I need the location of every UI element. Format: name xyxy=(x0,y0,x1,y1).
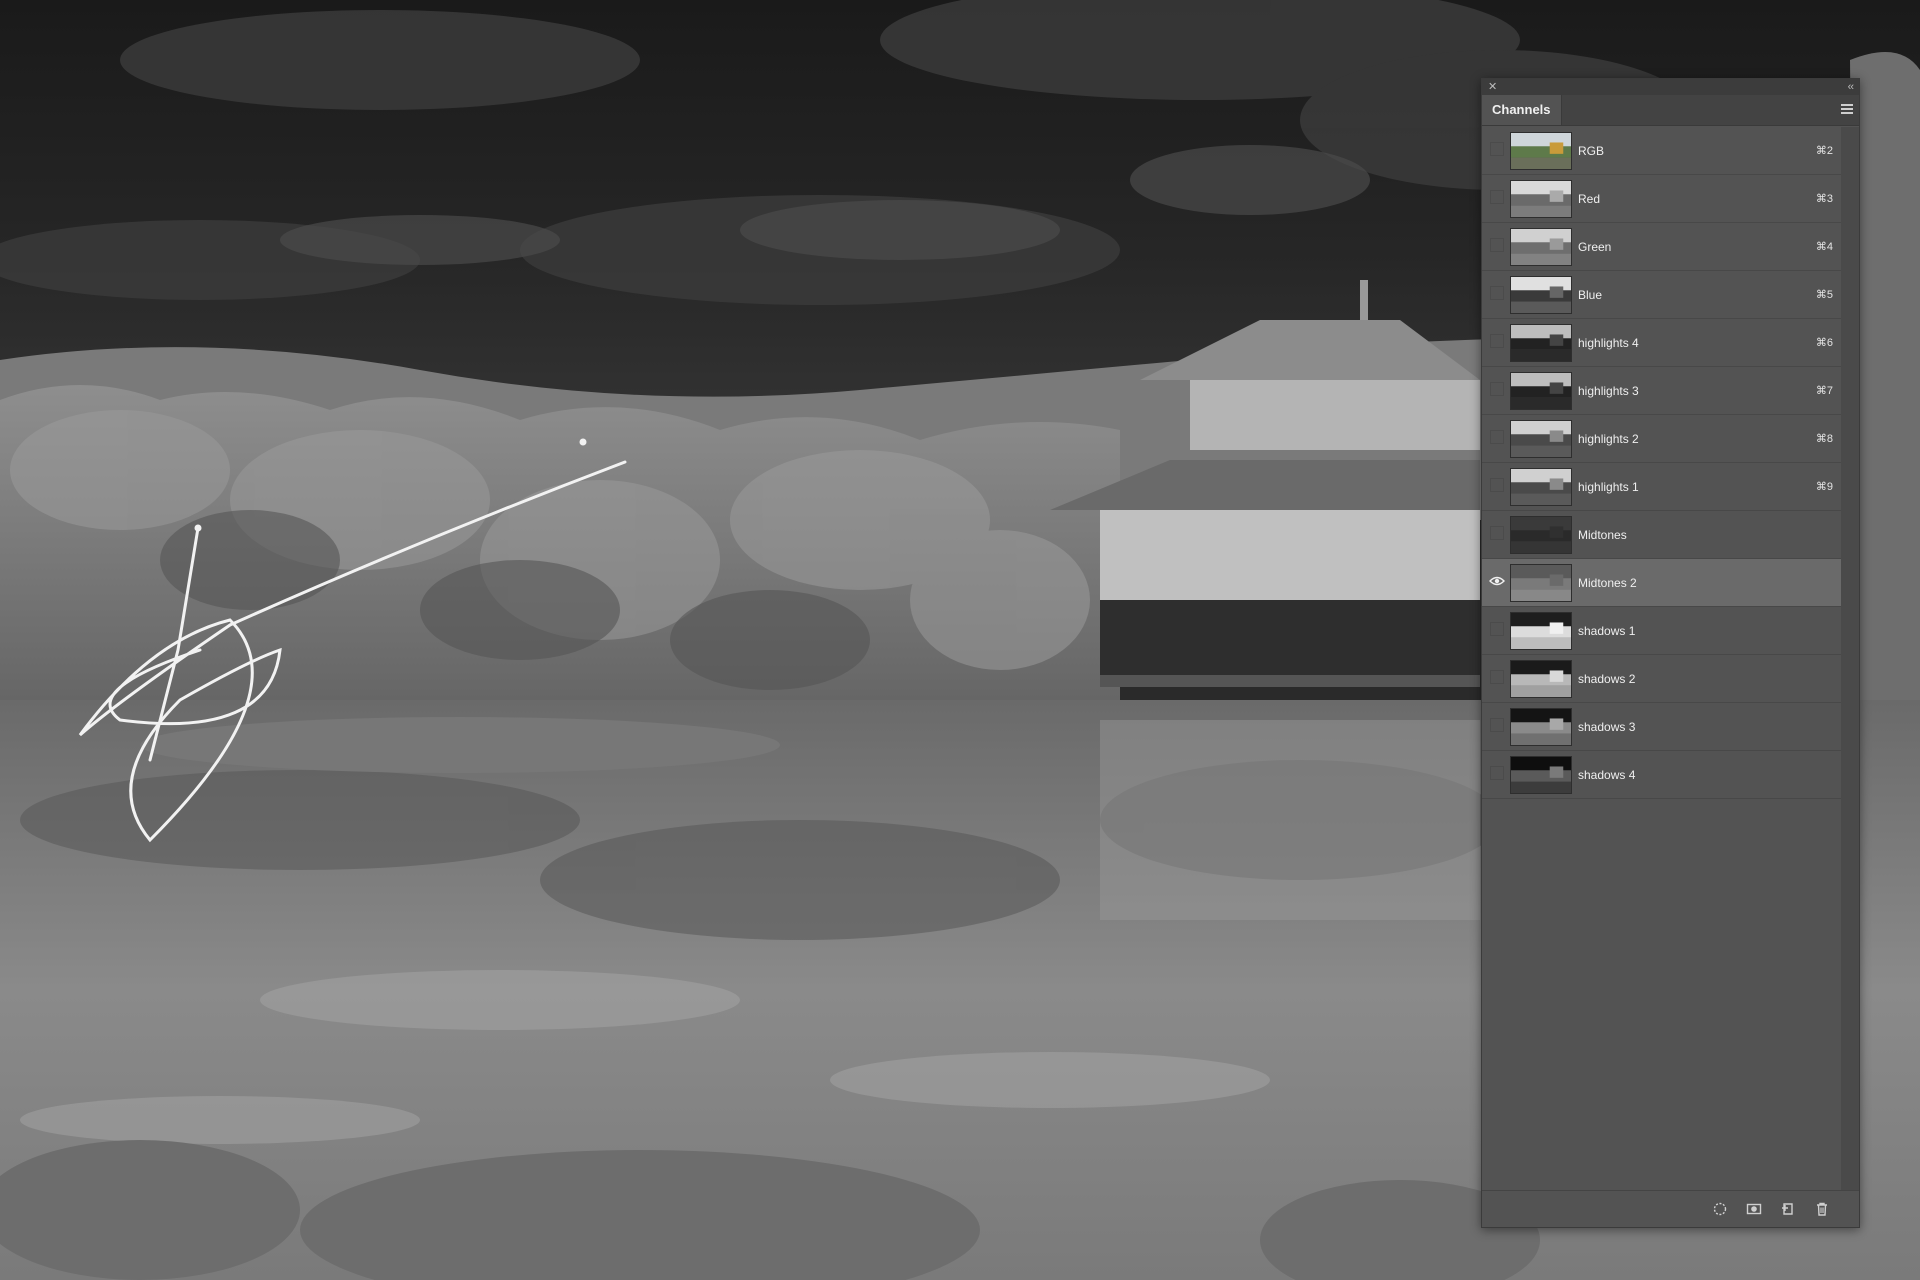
collapse-icon[interactable]: ‹‹ xyxy=(1848,80,1854,94)
visibility-toggle[interactable] xyxy=(1490,334,1504,348)
channel-name: shadows 3 xyxy=(1578,720,1636,734)
channel-thumbnail xyxy=(1510,468,1572,506)
visibility-toggle[interactable] xyxy=(1490,238,1504,252)
channel-name: Midtones xyxy=(1578,528,1627,542)
channel-name: shadows 4 xyxy=(1578,768,1636,782)
close-icon[interactable]: ✕ xyxy=(1488,80,1497,94)
channel-row[interactable]: shadows 3 xyxy=(1482,703,1841,751)
channel-shortcut: ⌘6 xyxy=(1815,337,1833,349)
channel-thumbnail xyxy=(1510,228,1572,266)
load-channel-selection-icon[interactable] xyxy=(1712,1201,1728,1217)
eye-icon[interactable] xyxy=(1489,575,1505,587)
scrollbar-track[interactable] xyxy=(1841,127,1859,1191)
visibility-toggle[interactable] xyxy=(1490,142,1504,156)
panel-tab-bar: Channels xyxy=(1482,95,1859,126)
channel-row[interactable]: shadows 1 xyxy=(1482,607,1841,655)
channel-shortcut: ⌘2 xyxy=(1815,145,1833,157)
visibility-toggle[interactable] xyxy=(1490,670,1504,684)
visibility-toggle[interactable] xyxy=(1490,286,1504,300)
save-selection-icon[interactable] xyxy=(1746,1201,1762,1217)
visibility-toggle[interactable] xyxy=(1490,430,1504,444)
channel-name: highlights 2 xyxy=(1578,432,1639,446)
trash-icon[interactable] xyxy=(1814,1201,1830,1217)
channel-name: highlights 3 xyxy=(1578,384,1639,398)
visibility-toggle[interactable] xyxy=(1490,718,1504,732)
channel-thumbnail xyxy=(1510,180,1572,218)
channel-shortcut: ⌘3 xyxy=(1815,193,1833,205)
channel-row[interactable]: highlights 3 ⌘7 xyxy=(1482,367,1841,415)
channel-row[interactable]: highlights 1 ⌘9 xyxy=(1482,463,1841,511)
channel-row[interactable]: Green ⌘4 xyxy=(1482,223,1841,271)
visibility-toggle[interactable] xyxy=(1490,382,1504,396)
channel-shortcut: ⌘8 xyxy=(1815,433,1833,445)
visibility-toggle[interactable] xyxy=(1490,190,1504,204)
channel-shortcut: ⌘7 xyxy=(1815,385,1833,397)
channel-thumbnail xyxy=(1510,324,1572,362)
channel-thumbnail xyxy=(1510,612,1572,650)
channel-name: highlights 1 xyxy=(1578,480,1639,494)
panel-title-bar[interactable]: ✕ ‹‹ xyxy=(1482,79,1859,95)
channel-shortcut: ⌘9 xyxy=(1815,481,1833,493)
channel-name: highlights 4 xyxy=(1578,336,1639,350)
new-channel-icon[interactable] xyxy=(1780,1201,1796,1217)
channel-row[interactable]: Midtones xyxy=(1482,511,1841,559)
channel-thumbnail xyxy=(1510,564,1572,602)
channel-row[interactable]: highlights 2 ⌘8 xyxy=(1482,415,1841,463)
channel-row[interactable]: RGB ⌘2 xyxy=(1482,127,1841,175)
channel-list: RGB ⌘2 Red ⌘3 Green ⌘4 Blue ⌘5 highlights 4 ⌘6 hig… xyxy=(1482,127,1841,799)
channels-panel: ✕ ‹‹ Channels RGB ⌘2 Red ⌘3 Green ⌘4 Blue ⌘5 hig… xyxy=(1481,78,1860,1228)
channel-row[interactable]: Red ⌘3 xyxy=(1482,175,1841,223)
visibility-toggle[interactable] xyxy=(1490,766,1504,780)
channel-name: Green xyxy=(1578,240,1612,254)
channel-name: shadows 2 xyxy=(1578,672,1636,686)
channel-thumbnail xyxy=(1510,132,1572,170)
channel-thumbnail xyxy=(1510,660,1572,698)
hamburger-menu-icon[interactable] xyxy=(1841,104,1853,116)
channel-thumbnail xyxy=(1510,708,1572,746)
channel-row[interactable]: shadows 4 xyxy=(1482,751,1841,799)
channel-name: RGB xyxy=(1578,144,1605,158)
channel-thumbnail xyxy=(1510,276,1572,314)
channel-name: Midtones 2 xyxy=(1578,576,1637,590)
channel-row[interactable]: Midtones 2 xyxy=(1482,559,1841,607)
channel-row[interactable]: highlights 4 ⌘6 xyxy=(1482,319,1841,367)
visibility-toggle[interactable] xyxy=(1490,622,1504,636)
panel-bottom-toolbar xyxy=(1482,1190,1859,1227)
channel-name: Red xyxy=(1578,192,1601,206)
channel-thumbnail xyxy=(1510,372,1572,410)
channel-thumbnail xyxy=(1510,516,1572,554)
channel-row[interactable]: shadows 2 xyxy=(1482,655,1841,703)
channel-thumbnail xyxy=(1510,420,1572,458)
channel-name: shadows 1 xyxy=(1578,624,1636,638)
visibility-toggle[interactable] xyxy=(1490,478,1504,492)
channel-name: Blue xyxy=(1578,288,1603,302)
channel-shortcut: ⌘4 xyxy=(1815,241,1833,253)
channel-thumbnail xyxy=(1510,756,1572,794)
visibility-toggle[interactable] xyxy=(1490,526,1504,540)
tab-channels[interactable]: Channels xyxy=(1482,95,1562,125)
channel-shortcut: ⌘5 xyxy=(1815,289,1833,301)
channel-row[interactable]: Blue ⌘5 xyxy=(1482,271,1841,319)
